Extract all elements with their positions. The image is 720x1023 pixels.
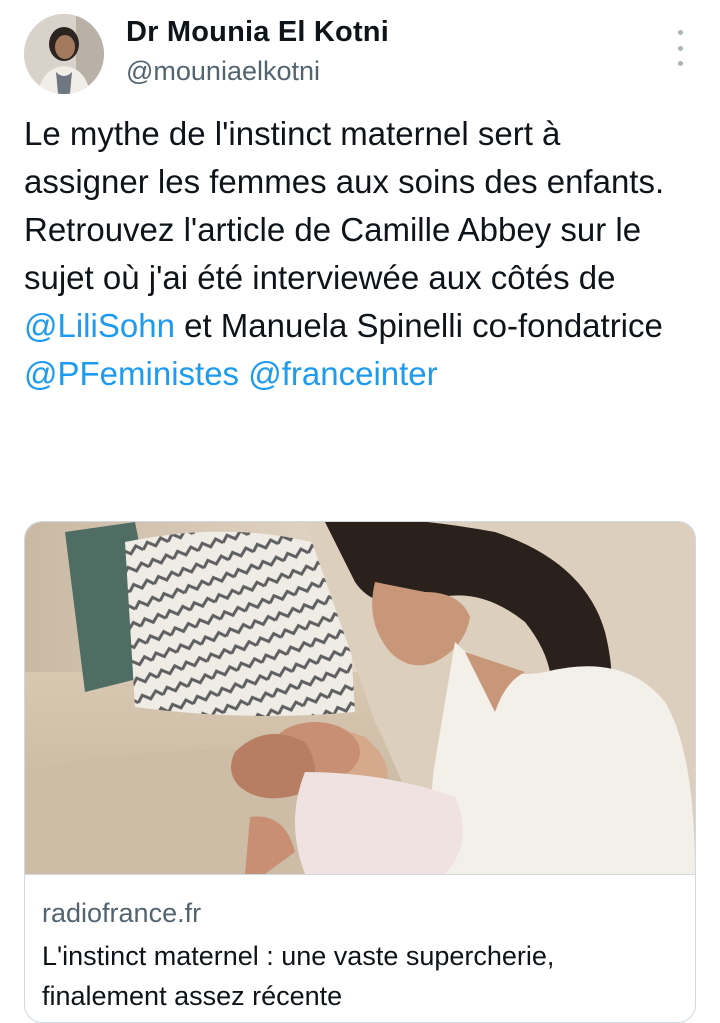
avatar[interactable]: [24, 14, 104, 94]
tweet-text-space: [239, 355, 248, 392]
mention-link-franceinter[interactable]: @franceinter: [248, 355, 437, 392]
link-preview-card[interactable]: radiofrance.fr L'instinct maternel : une…: [24, 521, 696, 1023]
tweet-text-segment: et Manuela Spinelli co-fondatrice: [174, 307, 663, 344]
mention-link-pfeministes[interactable]: @PFeministes: [24, 355, 239, 392]
more-vertical-icon[interactable]: [668, 30, 692, 66]
card-divider: [25, 874, 695, 875]
card-title: L'instinct maternel : une vaste superche…: [42, 941, 555, 1011]
link-preview-image: [25, 522, 695, 874]
author-handle[interactable]: @mouniaelkotni: [126, 56, 320, 87]
mention-link-lilisohn[interactable]: @LiliSohn: [24, 307, 175, 344]
tweet-text-paragraph-1: Le mythe de l'instinct maternel sert à a…: [24, 115, 665, 200]
tweet-header: Dr Mounia El Kotni @mouniaelkotni: [0, 0, 720, 110]
card-domain: radiofrance.fr: [42, 898, 202, 928]
tweet-text-paragraph-2: Retrouvez l'article de Camille Abbey sur…: [24, 206, 694, 398]
tweet-text: Le mythe de l'instinct maternel sert à a…: [24, 110, 694, 398]
author-display-name[interactable]: Dr Mounia El Kotni: [126, 16, 389, 49]
tweet-text-segment: Retrouvez l'article de Camille Abbey sur…: [24, 211, 642, 296]
avatar-photo: [24, 14, 104, 94]
